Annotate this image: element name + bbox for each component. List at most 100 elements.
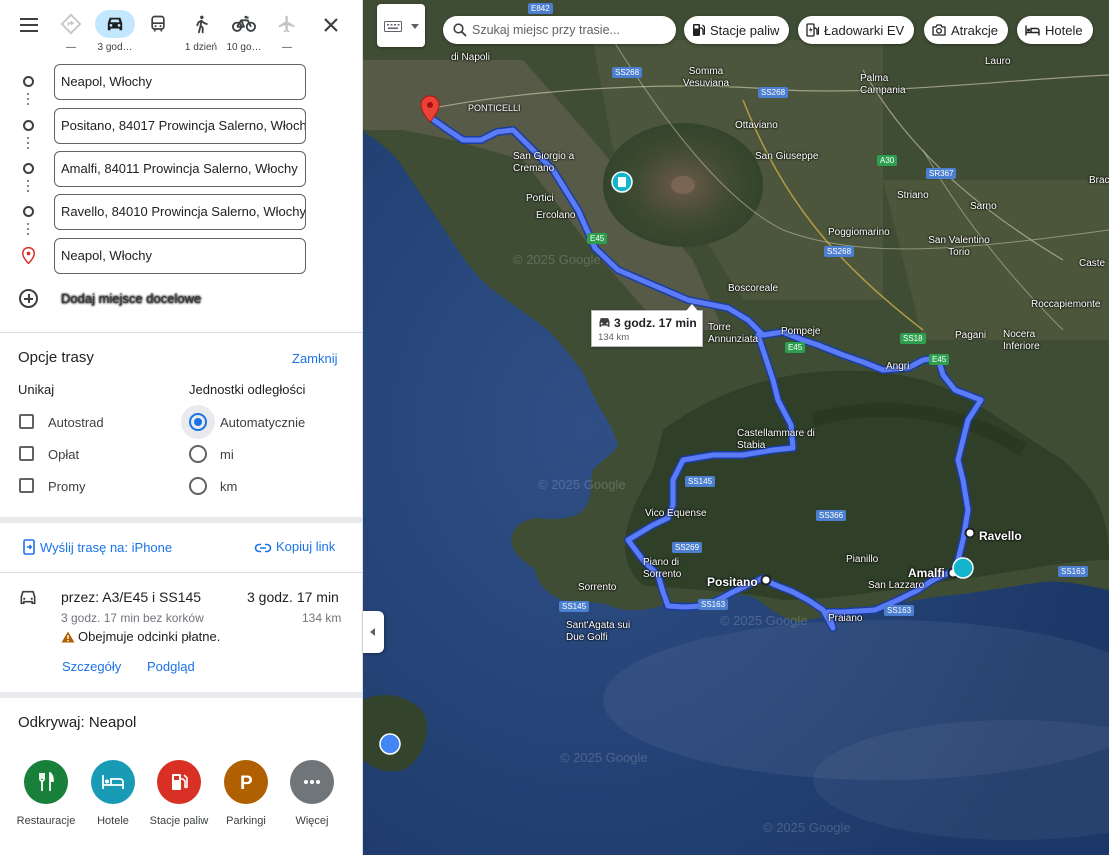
chip-attractions[interactable]: Atrakcje <box>924 16 1008 44</box>
stop-circle-icon <box>23 163 34 174</box>
map-watermark: © 2025 Google <box>720 613 808 628</box>
road-shield: E45 <box>587 233 608 244</box>
mode-transit-button[interactable] <box>136 10 180 54</box>
avoid-highways-label: Autostrad <box>48 415 104 430</box>
route-traffic-note: 3 godz. 17 min bez korków <box>61 611 204 625</box>
mode-car-button[interactable]: 3 god… <box>93 10 137 54</box>
map-watermark: © 2025 Google <box>513 252 601 267</box>
chip-ev-chargers[interactable]: Ładowarki EV <box>798 16 915 44</box>
unit-auto-label: Automatycznie <box>220 415 306 430</box>
copy-link-button[interactable]: Kopiuj link <box>254 539 335 554</box>
route-distance: 134 km <box>302 611 342 625</box>
ev-charger-icon <box>806 23 819 37</box>
close-directions-button[interactable] <box>318 12 344 38</box>
road-shield: SS145 <box>559 601 590 612</box>
bed-icon <box>1025 25 1040 35</box>
ravello-marker[interactable] <box>964 527 976 539</box>
add-destination-label: Dodaj miejsce docelowe <box>61 291 202 306</box>
waypoint-row: Neapol, Włochy <box>0 62 362 102</box>
send-to-phone-link[interactable]: Wyślij trasę na: iPhone <box>22 539 172 555</box>
waypoint-row: Neapol, Włochy <box>0 236 362 276</box>
airplane-icon <box>278 15 295 33</box>
bed-icon <box>102 775 124 789</box>
menu-button[interactable] <box>14 12 44 38</box>
place-label: Ercolano <box>536 210 576 221</box>
road-shield: A30 <box>877 155 898 166</box>
search-placeholder: Szukaj miejsc przy trasie... <box>472 23 620 37</box>
mode-flight-button[interactable]: — <box>265 10 309 54</box>
place-label: Pagani <box>955 330 987 341</box>
unit-mi-radio[interactable] <box>189 445 207 463</box>
place-label: Brac <box>1089 175 1109 186</box>
mode-best-button[interactable]: — <box>49 10 93 54</box>
bus-poi-icon[interactable] <box>379 733 401 755</box>
map-canvas[interactable]: di Napoli PONTICELLI Somma Vesuviana Ott… <box>363 0 1109 855</box>
place-label: San Giuseppe <box>755 151 819 162</box>
close-route-options-button[interactable]: Zamknij <box>292 351 338 366</box>
mode-bike-button[interactable]: 10 go… <box>222 10 266 54</box>
place-label: Pianillo <box>846 554 879 565</box>
unit-auto-radio[interactable] <box>189 413 207 431</box>
category-hotels-button[interactable]: Hotele <box>78 760 148 828</box>
input-tools-button[interactable] <box>377 4 425 47</box>
place-label: Sarno <box>970 201 997 212</box>
route-preview-button[interactable]: Podgląd <box>147 659 195 674</box>
avoid-highways-checkbox[interactable] <box>19 414 34 429</box>
unit-km-radio[interactable] <box>189 477 207 495</box>
chip-label: Hotele <box>1045 22 1083 38</box>
place-label: Boscoreale <box>728 283 779 294</box>
place-label: Praiano <box>828 613 863 624</box>
positano-marker[interactable] <box>760 574 772 586</box>
place-label-amalfi: Amalfi <box>908 566 945 580</box>
road-shield: SS268 <box>612 67 643 78</box>
chip-label: Ładowarki EV <box>824 22 905 38</box>
share-row: Wyślij trasę na: iPhone Kopiuj link <box>0 536 362 560</box>
stop-circle-icon <box>23 120 34 131</box>
waypoint-input-4[interactable]: Ravello, 84010 Prowincja Salerno, Włochy <box>54 194 306 230</box>
waypoint-row: Ravello, 84010 Prowincja Salerno, Włochy <box>0 192 362 232</box>
origin-circle-icon <box>23 76 34 87</box>
route-option-card[interactable]: przez: A3/E45 i SS145 3 godz. 17 min 3 g… <box>0 584 362 684</box>
map-watermark: © 2025 Google <box>763 820 851 835</box>
category-label: Stacje paliw <box>149 815 209 827</box>
search-along-route[interactable]: Szukaj miejsc przy trasie... <box>443 16 676 44</box>
toll-warning-text: Obejmuje odcinki płatne. <box>78 629 221 644</box>
avoid-tolls-checkbox[interactable] <box>19 446 34 461</box>
waypoint-input-2[interactable]: Positano, 84017 Prowincja Salerno, Włoch… <box>54 108 306 144</box>
link-icon <box>254 543 272 553</box>
mode-walk-button[interactable]: 1 dzień <box>179 10 223 54</box>
route-details-button[interactable]: Szczegóły <box>62 659 121 674</box>
search-icon <box>453 23 467 37</box>
transit-poi-icon[interactable] <box>952 557 974 579</box>
mode-car-label: 3 god… <box>97 42 133 53</box>
close-icon <box>324 18 338 32</box>
add-destination-button[interactable]: Dodaj miejsce docelowe <box>0 286 362 312</box>
avoid-ferries-label: Promy <box>48 479 86 494</box>
avoid-tolls-label: Opłat <box>48 447 80 462</box>
svg-text:P: P <box>240 773 253 792</box>
waypoint-input-1[interactable]: Neapol, Włochy <box>54 64 306 100</box>
waypoint-input-5[interactable]: Neapol, Włochy <box>54 238 306 274</box>
place-label: Ottaviano <box>735 120 778 131</box>
category-gas-button[interactable]: Stacje paliw <box>144 760 214 828</box>
mode-walk-label: 1 dzień <box>184 42 218 53</box>
avoid-ferries-checkbox[interactable] <box>19 478 34 493</box>
attraction-poi-glyph <box>618 177 626 187</box>
divider <box>0 572 362 573</box>
category-restaurants-button[interactable]: Restauracje <box>11 760 81 828</box>
chip-gas-stations[interactable]: Stacje paliw <box>684 16 790 44</box>
category-parking-button[interactable]: P Parkingi <box>211 760 281 828</box>
place-label: Striano <box>897 190 929 201</box>
category-label: Więcej <box>295 815 329 827</box>
avoid-heading: Unikaj <box>18 382 55 397</box>
road-shield: SS268 <box>758 87 789 98</box>
category-more-button[interactable]: Więcej <box>277 760 347 828</box>
road-shield: SS18 <box>900 333 926 344</box>
place-label: Pompeje <box>781 326 821 337</box>
route-duration-callout[interactable]: 3 godz. 17 min 134 km <box>591 304 703 347</box>
collapse-panel-button[interactable] <box>363 611 384 653</box>
crater <box>671 176 695 194</box>
chip-hotels[interactable]: Hotele <box>1017 16 1093 44</box>
gas-station-icon <box>693 24 705 36</box>
waypoint-input-3[interactable]: Amalfi, 84011 Prowincja Salerno, Włochy <box>54 151 306 187</box>
